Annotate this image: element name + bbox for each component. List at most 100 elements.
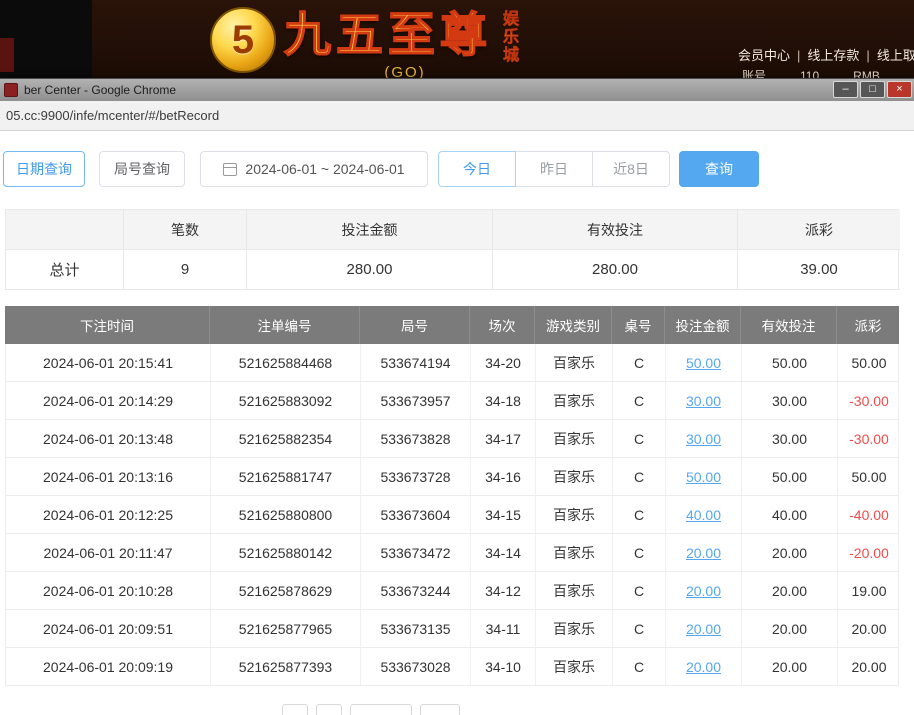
cell-payout: 50.00 (851, 354, 887, 371)
cell-session: 34-15 (471, 496, 536, 533)
cell-round-id: 533673957 (361, 382, 471, 419)
header-payout: 派彩 (837, 306, 899, 344)
cell-round-id: 533673604 (361, 496, 471, 533)
cell-payout: -30.00 (849, 430, 889, 447)
nav-separator: | (797, 48, 801, 63)
table-row: 2024-06-01 20:09:51 521625877965 5336731… (6, 610, 898, 648)
cell-game-type: 百家乐 (536, 420, 613, 457)
summary-header-payout: 派彩 (738, 210, 900, 250)
nav-deposit[interactable]: 线上存款 (807, 48, 859, 63)
cell-bet-amount-link[interactable]: 50.00 (666, 458, 742, 495)
cell-bet-amount-link[interactable]: 30.00 (666, 420, 742, 457)
cell-bet-amount-link[interactable]: 20.00 (666, 648, 742, 685)
pagination-size-select[interactable] (350, 704, 412, 715)
cell-bet-amount-link[interactable]: 20.00 (666, 572, 742, 609)
date-range-picker[interactable]: 2024-06-01 ~ 2024-06-01 (200, 151, 428, 187)
cell-session: 34-16 (471, 458, 536, 495)
site-logo: 5 九五至尊 娱乐城 (210, 2, 517, 73)
cell-valid-bet: 50.00 (742, 344, 838, 381)
nav-withdraw[interactable]: 线上取 (877, 48, 914, 63)
cell-bet-time: 2024-06-01 20:13:48 (6, 420, 211, 457)
page-favicon-icon (4, 83, 18, 97)
cell-session: 34-17 (471, 420, 536, 457)
table-row: 2024-06-01 20:12:25 521625880800 5336736… (6, 496, 898, 534)
gold-coin-logo-icon: 5 (210, 7, 276, 73)
cell-session: 34-20 (471, 344, 536, 381)
banner-nav: 会员中心 | 线上存款 | 线上取 (738, 45, 914, 64)
cell-bet-amount-link[interactable]: 40.00 (666, 496, 742, 533)
table-row: 2024-06-01 20:14:29 521625883092 5336739… (6, 382, 898, 420)
cell-order-id: 521625880800 (211, 496, 361, 533)
cell-bet-amount-link[interactable]: 20.00 (666, 610, 742, 647)
table-row: 2024-06-01 20:13:48 521625882354 5336738… (6, 420, 898, 458)
summary-total-payout: 39.00 (738, 250, 900, 290)
cell-valid-bet: 20.00 (742, 572, 838, 609)
maximize-button[interactable]: □ (860, 81, 885, 98)
cell-payout: -40.00 (849, 506, 889, 523)
banner-red-strip (0, 38, 14, 72)
date-range-value: 2024-06-01 ~ 2024-06-01 (245, 161, 405, 177)
address-bar[interactable]: 05.cc:9900/infe/mcenter/#/betRecord (0, 101, 914, 131)
summary-total-label: 总计 (6, 250, 124, 290)
cell-bet-amount-link[interactable]: 50.00 (666, 344, 742, 381)
nav-member-center[interactable]: 会员中心 (738, 48, 790, 63)
table-header-row: 下注时间 注单编号 局号 场次 游戏类别 桌号 投注金额 有效投注 派彩 (5, 306, 899, 344)
cell-valid-bet: 50.00 (742, 458, 838, 495)
round-query-tab[interactable]: 局号查询 (99, 151, 185, 187)
search-button[interactable]: 查询 (679, 151, 759, 187)
cell-bet-time: 2024-06-01 20:11:47 (6, 534, 211, 571)
pagination-prev-button[interactable] (282, 704, 308, 715)
table-row: 2024-06-01 20:15:41 521625884468 5336741… (6, 344, 898, 382)
url-text: 05.cc:9900/infe/mcenter/#/betRecord (6, 108, 220, 123)
cell-table-no: C (613, 496, 666, 533)
cell-bet-amount-link[interactable]: 30.00 (666, 382, 742, 419)
cell-session: 34-12 (471, 572, 536, 609)
cell-round-id: 533673028 (361, 648, 471, 685)
cell-bet-amount-link[interactable]: 20.00 (666, 534, 742, 571)
table-row: 2024-06-01 20:09:19 521625877393 5336730… (6, 648, 898, 685)
cell-round-id: 533673728 (361, 458, 471, 495)
header-bet-amount: 投注金额 (665, 306, 741, 344)
summary-header-blank (6, 210, 124, 250)
close-button[interactable]: × (887, 81, 912, 98)
window-title: ber Center - Google Chrome (24, 83, 177, 97)
header-valid-bet: 有效投注 (741, 306, 837, 344)
yesterday-button[interactable]: 昨日 (515, 151, 593, 187)
table-row: 2024-06-01 20:13:16 521625881747 5336737… (6, 458, 898, 496)
cell-game-type: 百家乐 (536, 344, 613, 381)
cell-table-no: C (613, 648, 666, 685)
header-bet-time: 下注时间 (5, 306, 210, 344)
cell-bet-time: 2024-06-01 20:12:25 (6, 496, 211, 533)
cell-order-id: 521625877393 (211, 648, 361, 685)
cell-order-id: 521625881747 (211, 458, 361, 495)
cell-bet-time: 2024-06-01 20:14:29 (6, 382, 211, 419)
cell-bet-time: 2024-06-01 20:09:19 (6, 648, 211, 685)
calendar-icon (223, 162, 238, 176)
today-button[interactable]: 今日 (438, 151, 516, 187)
cell-table-no: C (613, 344, 666, 381)
minimize-button[interactable]: – (833, 81, 858, 98)
cell-valid-bet: 40.00 (742, 496, 838, 533)
date-query-tab[interactable]: 日期查询 (3, 151, 85, 187)
bet-record-page: 日期查询 局号查询 2024-06-01 ~ 2024-06-01 今日 昨日 … (0, 131, 914, 715)
header-session: 场次 (470, 306, 535, 344)
pagination-next-button[interactable] (420, 704, 460, 715)
summary-header-valid: 有效投注 (493, 210, 738, 250)
site-subtitle: 娱乐城 (500, 10, 518, 65)
header-round-id: 局号 (360, 306, 470, 344)
last-8-days-button[interactable]: 近8日 (592, 151, 670, 187)
cell-payout: 20.00 (851, 620, 887, 637)
nav-separator: | (866, 48, 870, 63)
pagination (282, 704, 914, 715)
cell-session: 34-14 (471, 534, 536, 571)
cell-bet-time: 2024-06-01 20:10:28 (6, 572, 211, 609)
cell-payout: 50.00 (851, 468, 887, 485)
cell-round-id: 533673828 (361, 420, 471, 457)
summary-total-count: 9 (124, 250, 247, 290)
quick-range-group: 今日 昨日 近8日 (438, 151, 670, 187)
summary-table: 笔数 投注金额 有效投注 派彩 总计 9 280.00 280.00 39.00 (5, 209, 900, 290)
pagination-page-button[interactable] (316, 704, 342, 715)
window-titlebar[interactable]: ber Center - Google Chrome – □ × (0, 79, 914, 101)
summary-total-amount: 280.00 (247, 250, 493, 290)
cell-round-id: 533673244 (361, 572, 471, 609)
